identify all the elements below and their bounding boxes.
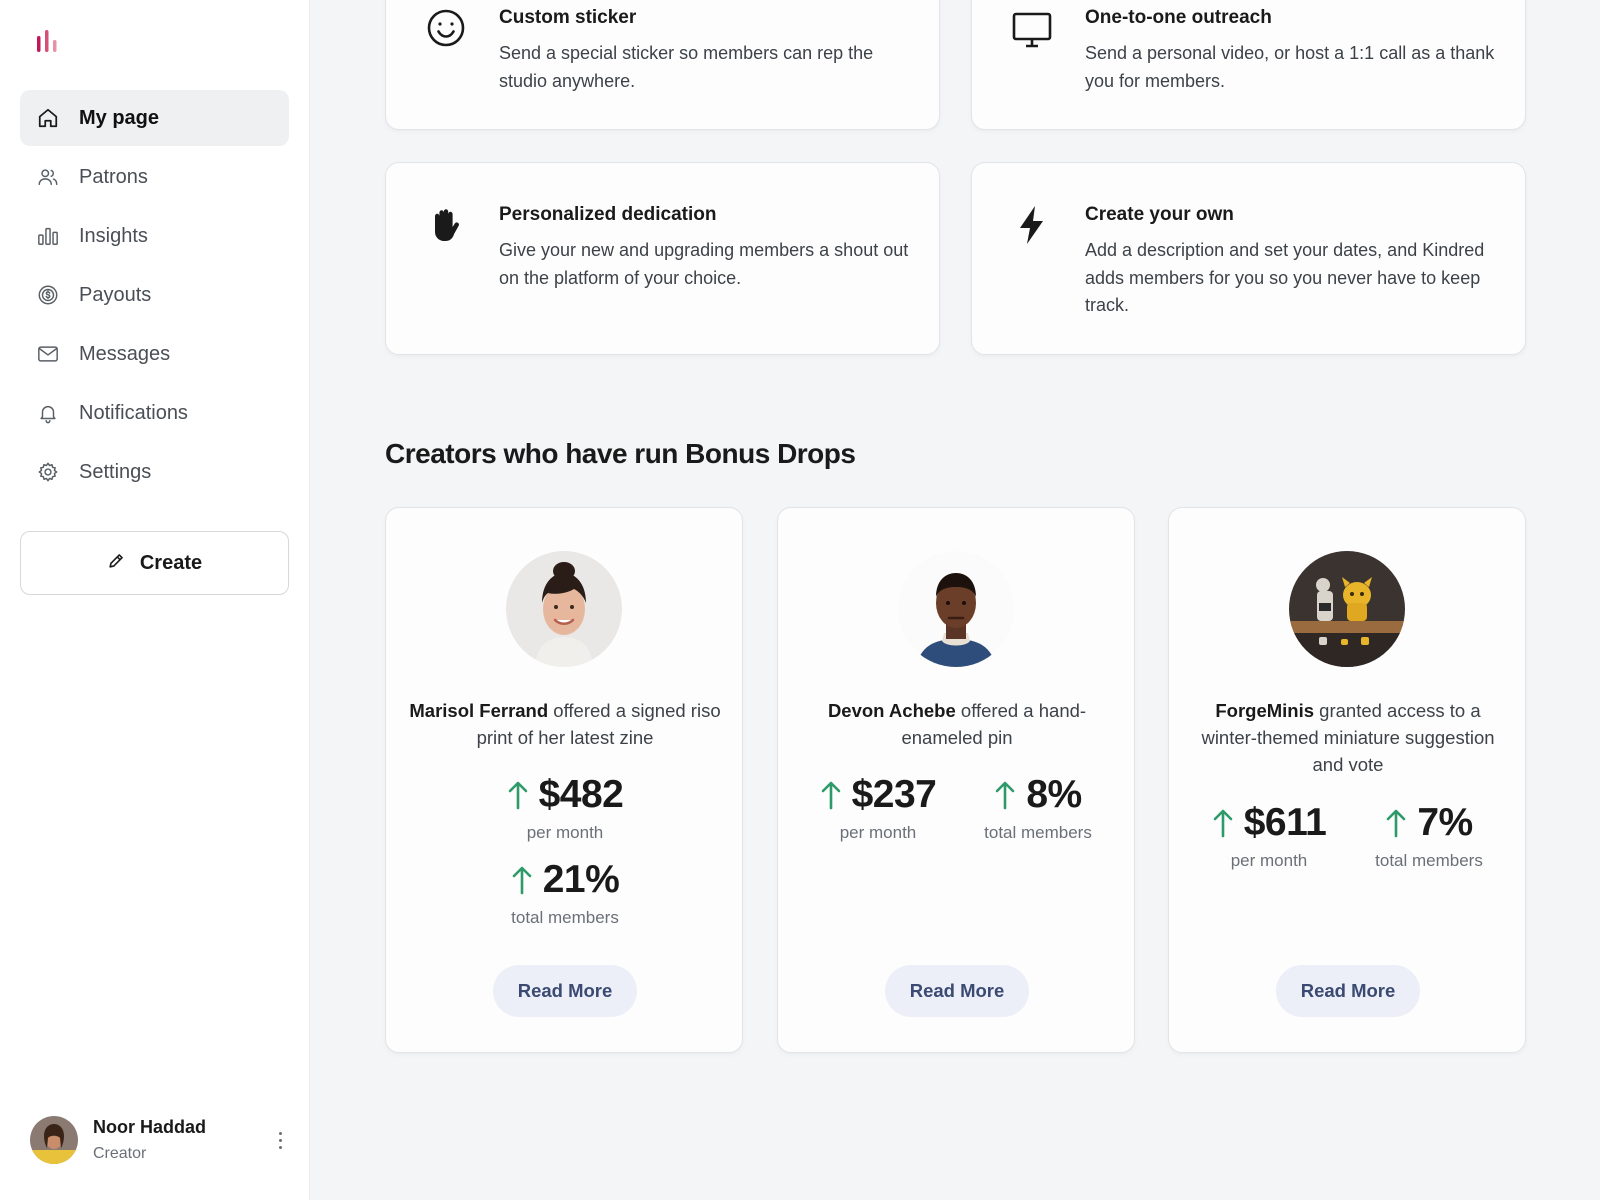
creator-card-forgeminis: ForgeMinis granted access to a winter-th…	[1168, 507, 1526, 1053]
smiley-icon	[426, 8, 466, 48]
perk-description: Give your new and upgrading members a sh…	[499, 240, 909, 288]
perk-title: Create your own	[1085, 204, 1234, 225]
user-name: Noor Haddad	[93, 1117, 207, 1137]
arrow-up-icon	[821, 781, 840, 810]
sidebar-nav: My page Patrons Insights Payouts Message…	[20, 90, 289, 503]
avatar	[506, 551, 622, 667]
hand-icon	[426, 205, 466, 245]
stat-value: 21%	[542, 858, 620, 901]
creator-description: Devon Achebe offered a hand-enameled pin	[796, 697, 1118, 751]
creator-description: Marisol Ferrand offered a signed riso pr…	[404, 697, 726, 751]
sidebar-item-label: Messages	[79, 342, 171, 365]
dollar-circle-icon	[36, 283, 60, 307]
read-more-button[interactable]: Read More	[885, 965, 1029, 1017]
avatar	[30, 1116, 78, 1164]
sidebar-item-label: Notifications	[79, 401, 188, 424]
stat-total-members: 21% total members	[465, 858, 665, 928]
stat-total-members: 8% total members	[958, 773, 1118, 843]
sidebar-item-notifications[interactable]: Notifications	[20, 385, 289, 441]
stat-value: $611	[1243, 801, 1327, 844]
users-icon	[36, 165, 60, 189]
creator-card-devon-achebe: Devon Achebe offered a hand-enameled pin…	[777, 507, 1135, 1053]
perk-card-create-your-own: Create your own Add a description and se…	[971, 162, 1526, 355]
sidebar-item-label: Settings	[79, 460, 152, 483]
stat-label: per month	[526, 823, 604, 842]
stat-value: 7%	[1417, 801, 1473, 844]
perk-title: One-to-one outreach	[1085, 7, 1272, 28]
perk-description: Send a personal video, or host a 1:1 cal…	[1085, 43, 1495, 91]
stat-per-month: $611 per month	[1189, 801, 1349, 871]
arrow-up-icon	[996, 781, 1015, 810]
home-icon	[36, 106, 60, 130]
mail-icon	[36, 342, 60, 366]
sidebar-item-insights[interactable]: Insights	[20, 208, 289, 264]
stat-per-month: $237 per month	[798, 773, 958, 843]
sidebar-item-my-page[interactable]: My page	[20, 90, 289, 146]
sidebar-item-messages[interactable]: Messages	[20, 326, 289, 382]
sidebar-item-settings[interactable]: Settings	[20, 444, 289, 500]
sidebar: My page Patrons Insights Payouts Message…	[0, 0, 310, 1200]
sidebar-item-label: Payouts	[79, 283, 152, 306]
arrow-up-icon	[508, 781, 527, 810]
perk-card-one-to-one-outreach: One-to-one outreach Send a personal vide…	[971, 0, 1526, 130]
read-more-button[interactable]: Read More	[493, 965, 637, 1017]
user-role: Creator	[93, 1145, 147, 1162]
pencil-icon	[107, 551, 126, 576]
sidebar-item-patrons[interactable]: Patrons	[20, 149, 289, 205]
avatar	[1289, 551, 1405, 667]
stat-label: total members	[1375, 851, 1483, 870]
stat-total-members: 7% total members	[1349, 801, 1509, 871]
monitor-icon	[1012, 10, 1052, 50]
perk-title: Personalized dedication	[499, 204, 717, 225]
stat-label: per month	[839, 823, 917, 842]
create-button[interactable]: Create	[20, 531, 289, 595]
creator-name: ForgeMinis	[1215, 700, 1315, 721]
avatar	[898, 551, 1014, 667]
perk-card-custom-sticker: Custom sticker Send a special sticker so…	[385, 0, 940, 130]
stat-label: total members	[984, 823, 1092, 842]
arrow-up-icon	[1213, 809, 1232, 838]
stat-label: per month	[1230, 851, 1308, 870]
stat-label: total members	[511, 908, 619, 927]
lightning-icon	[1012, 205, 1052, 245]
app-logo[interactable]	[36, 30, 60, 54]
perk-card-personalized-dedication: Personalized dedication Give your new an…	[385, 162, 940, 355]
read-more-button[interactable]: Read More	[1276, 965, 1420, 1017]
sidebar-item-label: Insights	[79, 224, 148, 247]
bell-icon	[36, 401, 60, 425]
gear-icon	[36, 460, 60, 484]
sidebar-item-payouts[interactable]: Payouts	[20, 267, 289, 323]
creator-name: Marisol Ferrand	[409, 700, 549, 721]
perk-description: Add a description and set your dates, an…	[1085, 240, 1485, 315]
arrow-up-icon	[1387, 809, 1406, 838]
stat-per-month: $482 per month	[465, 773, 665, 843]
create-button-label: Create	[139, 551, 203, 574]
more-options-icon[interactable]	[270, 1126, 290, 1154]
sidebar-item-label: My page	[79, 106, 160, 129]
stat-value: $237	[851, 773, 937, 816]
creator-description: ForgeMinis granted access to a winter-th…	[1187, 697, 1509, 778]
perk-title: Custom sticker	[499, 7, 637, 28]
creator-card-marisol-ferrand: Marisol Ferrand offered a signed riso pr…	[385, 507, 743, 1053]
section-title: Creators who have run Bonus Drops	[385, 438, 856, 469]
bar-chart-icon	[36, 224, 60, 248]
arrow-up-icon	[512, 866, 532, 895]
creator-name: Devon Achebe	[827, 700, 956, 721]
stat-value: $482	[538, 773, 624, 816]
user-profile[interactable]: Noor Haddad Creator	[30, 1114, 290, 1166]
stat-value: 8%	[1026, 773, 1082, 816]
sidebar-item-label: Patrons	[79, 165, 148, 188]
perk-description: Send a special sticker so members can re…	[499, 43, 874, 91]
